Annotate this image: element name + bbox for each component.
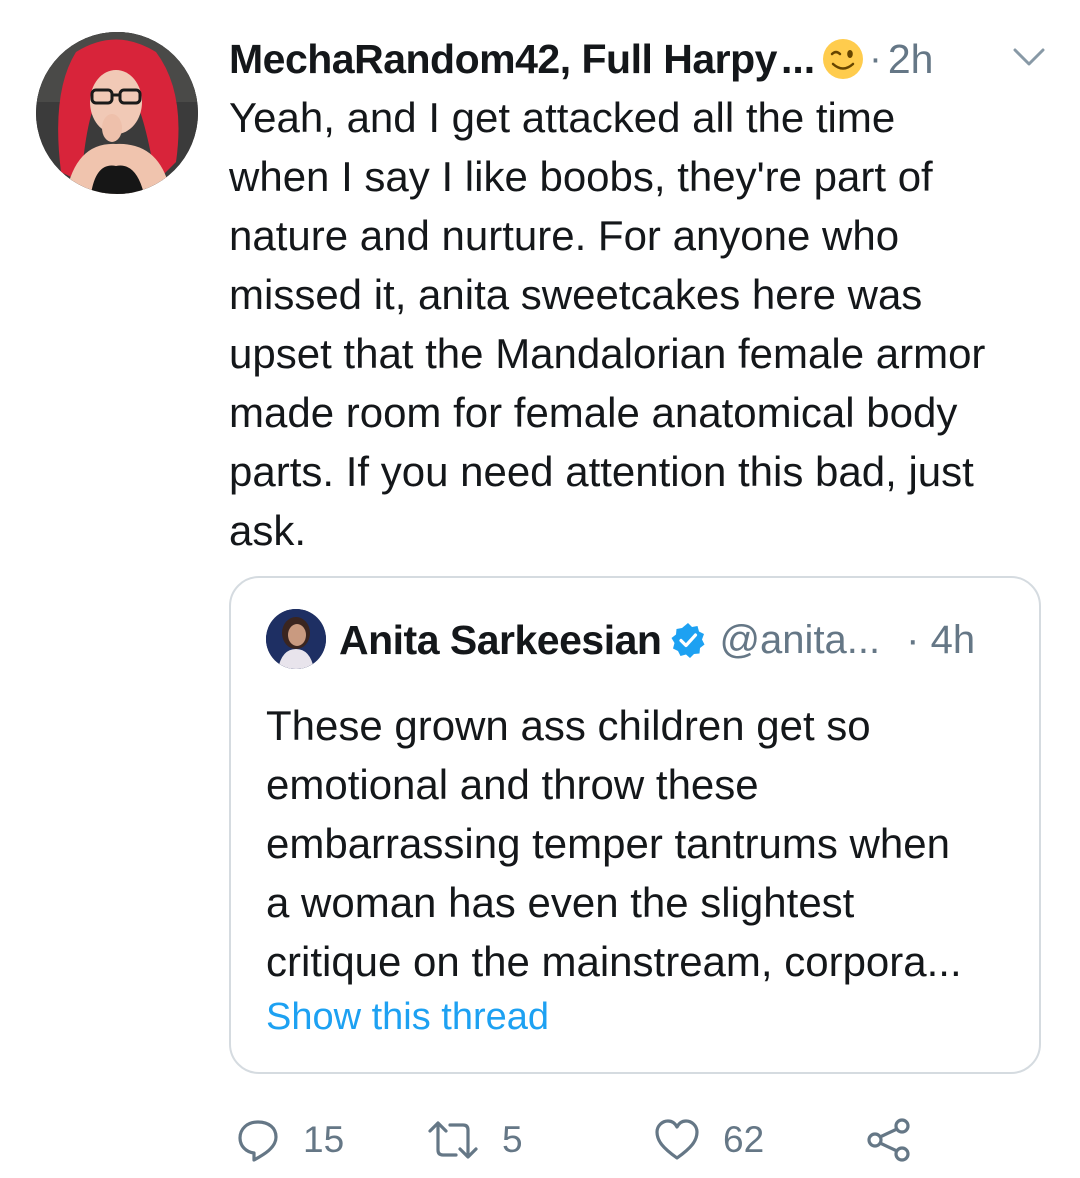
name-ellipsis: ... xyxy=(780,35,816,82)
show-thread-link[interactable]: Show this thread xyxy=(266,996,549,1039)
tweet-text: Yeah, and I get attacked all the time wh… xyxy=(229,94,986,554)
quoted-tweet-header: Anita Sarkeesian @anita... · 4h xyxy=(339,611,1019,669)
like-button[interactable]: 62 xyxy=(653,1110,764,1170)
reply-icon xyxy=(235,1117,281,1163)
retweet-button[interactable]: 5 xyxy=(426,1110,523,1170)
quoted-user-avatar[interactable] xyxy=(266,609,326,669)
quoted-time[interactable]: · 4h xyxy=(906,618,975,663)
separator-dot: · xyxy=(869,37,882,80)
reply-count: 15 xyxy=(303,1119,345,1160)
quoted-display-name[interactable]: Anita Sarkeesian xyxy=(339,617,662,664)
tweet-time[interactable]: 2h xyxy=(888,36,934,83)
quoted-tweet[interactable]: Anita Sarkeesian @anita... · 4h These gr… xyxy=(229,576,1041,1074)
winking-face-icon xyxy=(821,37,865,81)
quoted-handle[interactable]: @anita... xyxy=(719,618,880,663)
share-icon xyxy=(865,1116,913,1164)
verified-badge-icon xyxy=(669,621,707,659)
user-avatar[interactable] xyxy=(36,32,198,194)
retweet-count: 5 xyxy=(502,1119,523,1160)
display-name[interactable]: MechaRandom42, Full Harpy xyxy=(229,36,777,83)
chevron-down-icon[interactable] xyxy=(1009,42,1049,72)
tweet-actions: 15 5 62 xyxy=(229,1110,1059,1170)
heart-icon xyxy=(653,1117,701,1163)
retweet-icon xyxy=(426,1117,480,1163)
tweet[interactable]: MechaRandom42, Full Harpy ... · 2h Yeah,… xyxy=(0,0,1080,1178)
share-button[interactable] xyxy=(865,1110,913,1170)
reply-button[interactable]: 15 xyxy=(235,1110,344,1170)
like-count: 62 xyxy=(723,1119,765,1160)
tweet-header: MechaRandom42, Full Harpy ... · 2h xyxy=(229,28,1049,90)
quoted-tweet-text: These grown ass children get so emotiona… xyxy=(266,702,962,985)
